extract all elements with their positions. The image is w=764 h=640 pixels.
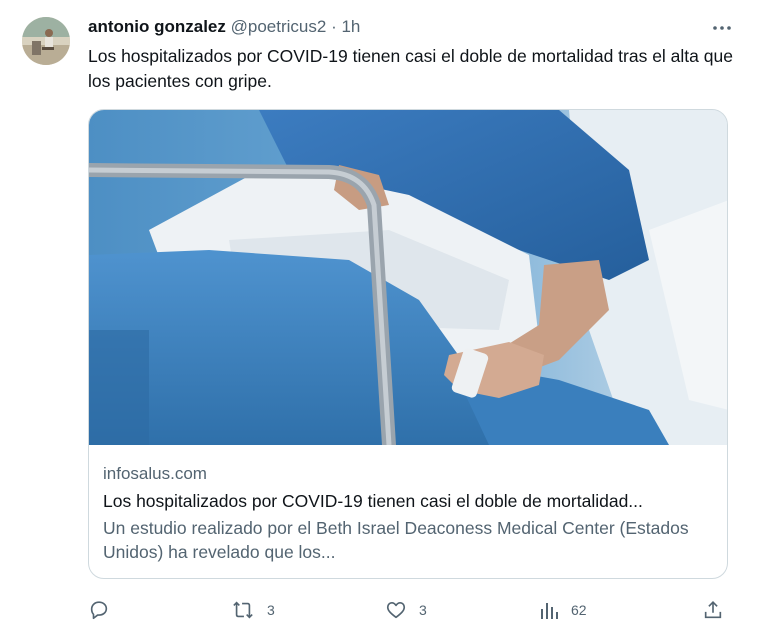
share-button[interactable] (702, 596, 724, 624)
retweet-icon (233, 601, 253, 619)
tweet-actions: 3 3 62 (88, 596, 728, 624)
like-button[interactable]: 3 (385, 596, 427, 624)
card-image[interactable] (89, 110, 727, 445)
views-icon (541, 603, 558, 619)
card-title: Los hospitalizados por COVID-19 tienen c… (103, 491, 643, 511)
card-body: infosalus.com Los hospitalizados por COV… (103, 462, 713, 564)
tweet-header: antonio gonzalez @poetricus2 · 1h (88, 16, 724, 38)
more-options-icon[interactable] (710, 16, 734, 40)
reply-button[interactable] (88, 596, 110, 624)
retweet-count: 3 (267, 602, 275, 618)
author-handle[interactable]: @poetricus2 (231, 17, 327, 36)
tweet-time[interactable]: 1h (341, 17, 360, 36)
views-button[interactable]: 62 (539, 596, 587, 624)
share-icon (704, 601, 722, 619)
link-card[interactable]: infosalus.com Los hospitalizados por COV… (88, 109, 728, 579)
views-count: 62 (571, 602, 587, 618)
avatar[interactable] (22, 17, 70, 65)
author-name[interactable]: antonio gonzalez (88, 17, 226, 36)
like-count: 3 (419, 602, 427, 618)
reply-icon (90, 601, 108, 620)
tweet[interactable]: antonio gonzalez @poetricus2 · 1h Los ho… (0, 0, 764, 640)
heart-icon (386, 602, 406, 619)
card-description: Un estudio realizado por el Beth Israel … (103, 518, 689, 562)
card-domain: infosalus.com (103, 464, 207, 483)
separator-dot: · (331, 17, 337, 36)
tweet-text: Los hospitalizados por COVID-19 tienen c… (88, 46, 733, 91)
retweet-button[interactable]: 3 (231, 596, 275, 624)
